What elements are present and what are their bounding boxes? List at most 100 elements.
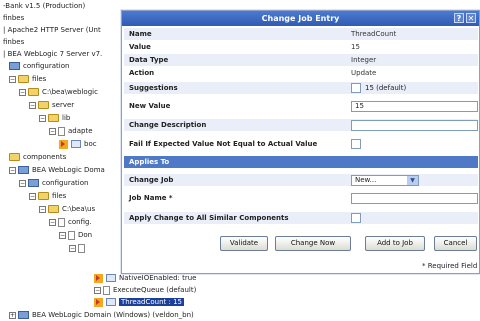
tree-row-domain-configuration[interactable]: − configuration: [19, 177, 88, 189]
job-name-input[interactable]: [351, 193, 478, 204]
tree-row-thread-count[interactable]: ThreadCount : 15: [94, 296, 184, 308]
file-icon: [58, 126, 65, 136]
collapse-icon[interactable]: −: [9, 75, 16, 83]
name-value: ThreadCount: [351, 30, 397, 38]
value-label: Value: [129, 43, 151, 51]
fail-if-checkbox[interactable]: [351, 139, 361, 149]
collapse-icon[interactable]: −: [39, 114, 46, 122]
folder-icon: [38, 101, 49, 109]
row-change-description: Change Description: [124, 119, 478, 131]
tree-row-config-file[interactable]: − config.: [49, 216, 92, 228]
change-job-entry-dialog: Change Job Entry ? ✕ Name ThreadCount Va…: [121, 10, 480, 274]
row-change-job: Change Job New... ▼: [124, 174, 478, 186]
tree-row-domain-node[interactable]: − Don: [59, 229, 92, 241]
tree-label: finbes: [3, 38, 25, 46]
data-type-value: Integer: [351, 56, 377, 64]
row-name: Name ThreadCount: [124, 28, 478, 40]
tree-row-lib[interactable]: − lib: [39, 112, 70, 124]
tree-label: configuration: [23, 62, 70, 70]
collapse-icon[interactable]: −: [29, 101, 36, 109]
tree-row-execute-queue[interactable]: − ExecuteQueue (default): [94, 284, 196, 296]
tree-row-weblogic-domain-windows[interactable]: + BEA WebLogic Domain (Windows) (veldon_b…: [9, 309, 194, 321]
close-icon[interactable]: ✕: [466, 13, 476, 23]
tree-label: -Bank v1.5 (Production): [3, 2, 86, 10]
tree-row-weblogic-path[interactable]: − C:\bea\weblogic: [19, 86, 98, 98]
new-value-label: New Value: [129, 102, 171, 110]
dialog-title: Change Job Entry: [261, 14, 340, 23]
attribute-icon: [71, 140, 81, 148]
suggestion-option-label: 15 (default): [365, 84, 407, 92]
tree-row-adapter[interactable]: − adapte: [49, 125, 93, 137]
tree-row-finbes[interactable]: finbes: [3, 12, 24, 24]
row-fail-if: Fail If Expected Value Not Equal to Actu…: [124, 138, 478, 150]
row-new-value: New Value 15: [124, 100, 478, 112]
collapse-icon[interactable]: −: [29, 192, 36, 200]
tree-label: lib: [62, 114, 71, 122]
tree-row-weblogic-domain[interactable]: − BEA WebLogic Doma: [9, 164, 105, 176]
tree-label: Don: [78, 231, 93, 239]
expand-icon[interactable]: +: [9, 311, 16, 319]
collapse-icon[interactable]: −: [49, 127, 56, 135]
chevron-down-icon[interactable]: ▼: [407, 176, 418, 185]
collapse-icon[interactable]: −: [69, 244, 76, 252]
tree-row-files[interactable]: − files: [9, 73, 46, 85]
domain-icon: [18, 166, 29, 174]
row-value: Value 15: [124, 41, 478, 53]
tree-label: NativeIOEnabled: true: [119, 274, 197, 282]
help-icon[interactable]: ?: [454, 13, 464, 23]
file-icon: [103, 285, 110, 295]
tree-row-weblogic-server[interactable]: | BEA WebLogic 7 Server v7.: [3, 48, 102, 60]
tree-label: files: [32, 75, 47, 83]
collapse-icon[interactable]: −: [94, 286, 101, 294]
tree-row-bank[interactable]: -Bank v1.5 (Production): [3, 0, 85, 12]
change-description-input[interactable]: [351, 120, 478, 131]
tree-row-configuration[interactable]: configuration: [9, 60, 69, 72]
tree-label: files: [52, 192, 67, 200]
change-job-label: Change Job: [129, 176, 174, 184]
file-icon: [68, 230, 75, 240]
change-job-select[interactable]: New... ▼: [351, 175, 419, 186]
tree-label: C:\bea\us: [62, 205, 96, 213]
tree-row-finbes-2[interactable]: finbes: [3, 36, 24, 48]
folder-icon: [28, 88, 39, 96]
tree-label: boc: [84, 140, 97, 148]
tree-row-hidden-node[interactable]: −: [69, 242, 88, 254]
change-now-button[interactable]: Change Now: [275, 236, 351, 251]
validate-button[interactable]: Validate: [220, 236, 268, 251]
row-data-type: Data Type Integer: [124, 54, 478, 66]
add-to-job-button[interactable]: Add to Job: [365, 236, 425, 251]
collapse-icon[interactable]: −: [39, 205, 46, 213]
collapse-icon[interactable]: −: [9, 166, 16, 174]
new-value-input[interactable]: 15: [351, 101, 478, 112]
tree-row-components[interactable]: components: [9, 151, 66, 163]
tree-row-server[interactable]: − server: [29, 99, 74, 111]
tree-label: finbes: [3, 14, 25, 22]
tree-row-domain-files[interactable]: − files: [29, 190, 66, 202]
data-type-label: Data Type: [129, 56, 169, 64]
attribute-icon: [106, 298, 116, 306]
tree-label: BEA WebLogic Doma: [32, 166, 105, 174]
tree-row-apache[interactable]: | Apache2 HTTP Server (Unt: [3, 24, 101, 36]
collapse-icon[interactable]: −: [19, 179, 26, 187]
tree-label-selected: ThreadCount : 15: [119, 298, 184, 306]
collapse-icon[interactable]: −: [59, 231, 66, 239]
file-icon: [78, 243, 85, 253]
collapse-icon[interactable]: −: [19, 88, 26, 96]
folder-icon: [18, 75, 29, 83]
configuration-icon: [9, 62, 20, 70]
row-apply-all: Apply Change to All Similar Components: [124, 212, 478, 224]
row-job-name: Job Name *: [124, 192, 478, 204]
apply-all-label: Apply Change to All Similar Components: [129, 214, 289, 222]
cancel-button[interactable]: Cancel: [434, 236, 477, 251]
suggestion-checkbox[interactable]: [351, 83, 361, 93]
apply-all-checkbox[interactable]: [351, 213, 361, 223]
dialog-title-bar[interactable]: Change Job Entry ? ✕: [122, 11, 479, 26]
tree-label: ExecuteQueue (default): [113, 286, 197, 294]
folder-icon: [38, 192, 49, 200]
tree-label: server: [52, 101, 75, 109]
row-suggestions: Suggestions 15 (default): [124, 82, 478, 94]
tree-row-boc[interactable]: boc: [59, 138, 97, 150]
tree-label: | Apache2 HTTP Server (Unt: [3, 26, 101, 34]
collapse-icon[interactable]: −: [49, 218, 56, 226]
tree-row-bea-user-path[interactable]: − C:\bea\us: [39, 203, 95, 215]
